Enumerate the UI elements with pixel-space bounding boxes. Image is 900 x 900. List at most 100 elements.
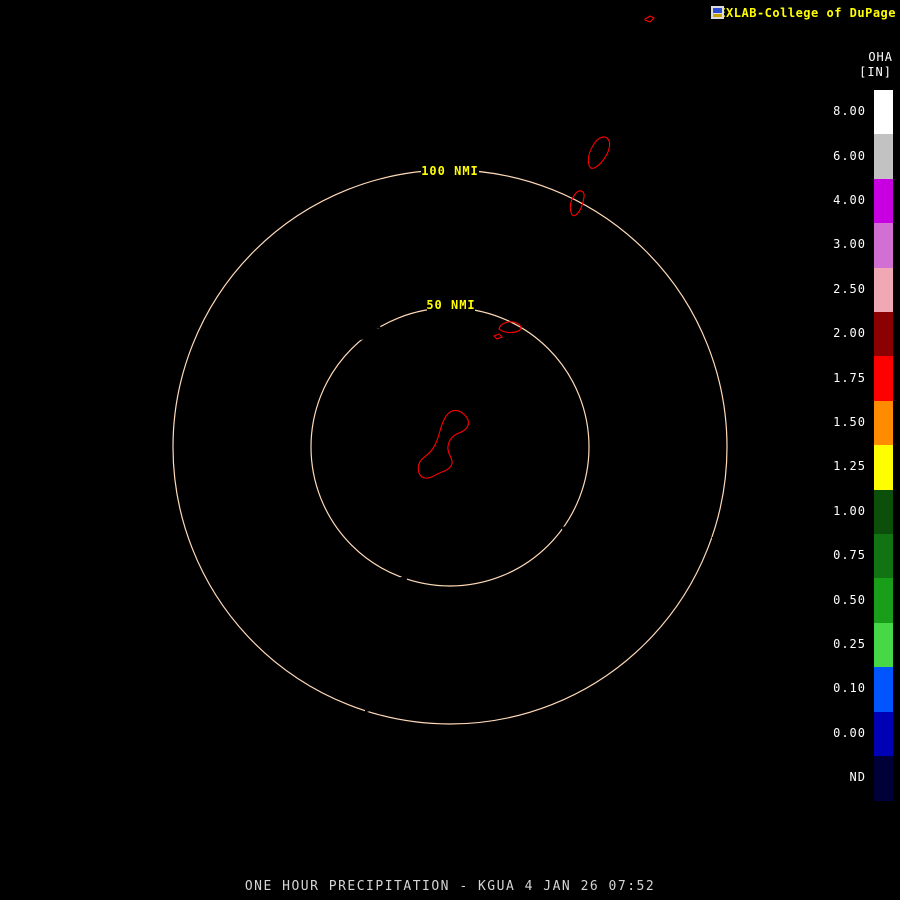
legend-segment-0.50 xyxy=(874,578,893,624)
precip-echo xyxy=(277,581,287,589)
precip-echo xyxy=(427,696,437,704)
precip-echo xyxy=(764,463,772,469)
precip-echo xyxy=(399,114,409,122)
precip-echo xyxy=(478,675,488,683)
legend-segment-4.00 xyxy=(874,178,893,224)
precip-echo xyxy=(726,521,734,527)
precip-echo xyxy=(460,656,469,663)
precip-echo xyxy=(633,505,647,515)
precip-echo xyxy=(535,567,544,574)
precip-echo xyxy=(534,684,546,692)
island-outlines-layer xyxy=(417,15,655,479)
precip-echo xyxy=(644,596,656,604)
precip-echo xyxy=(482,333,494,341)
precip-echo xyxy=(657,608,667,616)
precip-echo xyxy=(788,458,794,464)
legend-segment-0.00 xyxy=(874,711,893,757)
precip-echo xyxy=(641,388,651,396)
legend-label-2.50: 2.50 xyxy=(833,281,866,296)
precip-echo xyxy=(335,391,345,399)
legend-label-1.75: 1.75 xyxy=(833,370,866,385)
precip-echo xyxy=(340,411,350,419)
island-outline-northern-islet xyxy=(644,15,655,23)
range-ring-label-50nmi: 50 NMI xyxy=(426,298,475,312)
range-ring-50nmi xyxy=(310,307,590,587)
legend-label-1.50: 1.50 xyxy=(833,415,866,429)
precip-echo xyxy=(703,383,711,389)
precip-echoes-layer xyxy=(255,114,794,771)
island-outline-rota xyxy=(498,321,522,334)
attribution-text: NEXLAB-College of DuPage xyxy=(710,6,896,20)
legend-units: [IN] xyxy=(859,65,892,79)
precip-echo xyxy=(467,233,473,239)
precip-echo xyxy=(501,669,515,679)
precip-echo xyxy=(318,538,326,544)
legend-label-0.25: 0.25 xyxy=(833,637,866,651)
precip-echo xyxy=(470,646,480,654)
precip-echo xyxy=(441,567,455,577)
precip-echo xyxy=(561,524,571,532)
legend-segment-6.00 xyxy=(874,134,893,180)
precip-echo xyxy=(632,581,642,589)
legend-label-4.00: 4.00 xyxy=(833,193,866,207)
legend-segment-1.50 xyxy=(874,400,893,446)
precip-echo xyxy=(593,385,607,395)
precip-echo xyxy=(390,656,402,664)
legend-segment-2.00 xyxy=(874,312,893,357)
precip-echo xyxy=(656,465,666,473)
legend-segment-8.00 xyxy=(874,90,893,135)
legend-label-0.00: 0.00 xyxy=(833,725,866,740)
legend-segment-1.75 xyxy=(874,356,893,402)
precip-echo xyxy=(673,667,679,673)
precip-echo xyxy=(605,601,619,611)
legend-label-1.25: 1.25 xyxy=(833,459,866,474)
cod-logo-icon xyxy=(710,6,724,19)
legend-segment-ND xyxy=(874,756,893,801)
precip-echo xyxy=(646,475,655,482)
precip-echo xyxy=(628,735,636,741)
precip-echo xyxy=(687,374,699,382)
precip-echo xyxy=(296,716,304,722)
precip-echo xyxy=(283,369,291,375)
precip-echo xyxy=(597,687,611,697)
precip-echo xyxy=(747,454,757,462)
precip-echo xyxy=(655,658,665,666)
range-ring-label-100nmi: 100 NMI xyxy=(421,164,479,178)
precip-echo xyxy=(622,591,631,598)
legend-segment-2.50 xyxy=(874,267,893,313)
precip-echo xyxy=(592,631,602,639)
legend-label-3.00: 3.00 xyxy=(833,237,866,252)
precip-echo xyxy=(570,761,578,767)
island-outline-saipan xyxy=(587,136,611,169)
precip-echo xyxy=(330,545,336,551)
precip-echo xyxy=(394,156,402,162)
precip-echo xyxy=(346,357,358,365)
precip-echo xyxy=(525,498,535,506)
precip-echo xyxy=(511,686,521,694)
range-rings-layer xyxy=(172,163,728,725)
precip-echo xyxy=(442,688,454,696)
precip-echo xyxy=(779,469,785,475)
radar-display: 100 NMI 50 NMI NEXLAB-College of DuPage … xyxy=(0,0,900,900)
precip-echo xyxy=(740,528,748,534)
product-caption: ONE HOUR PRECIPITATION - KGUA 4 JAN 26 0… xyxy=(244,879,656,894)
precip-echo xyxy=(419,588,431,596)
precip-echo xyxy=(642,621,654,629)
precip-echo xyxy=(404,665,412,671)
range-ring-100nmi xyxy=(172,169,728,725)
legend-segment-1.00 xyxy=(874,489,893,535)
precip-echo xyxy=(549,692,559,700)
precip-echo xyxy=(294,377,300,383)
precip-echo xyxy=(622,477,634,485)
precip-echo xyxy=(351,698,361,706)
precip-echo xyxy=(409,571,421,579)
precip-echo xyxy=(369,758,379,766)
precip-echo xyxy=(410,127,416,133)
legend-segment-3.00 xyxy=(874,223,893,269)
legend-segment-0.10 xyxy=(874,667,893,713)
precip-echo xyxy=(389,353,403,363)
precip-echo xyxy=(683,503,697,513)
legend-segment-1.25 xyxy=(874,445,893,491)
precip-echo xyxy=(468,685,477,692)
legend-label-8.00: 8.00 xyxy=(833,104,866,119)
